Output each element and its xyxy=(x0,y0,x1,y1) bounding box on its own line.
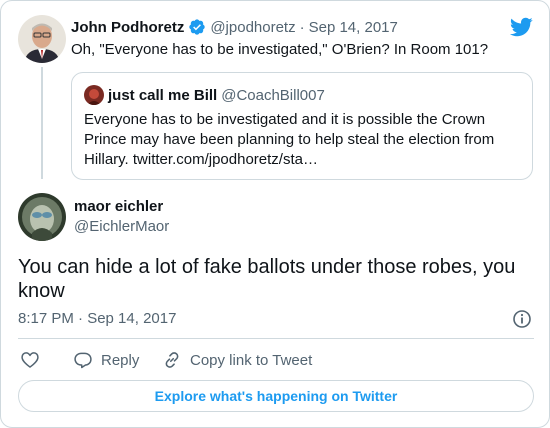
main-tweet-text: You can hide a lot of fake ballots under… xyxy=(18,256,516,302)
parent-author-avatar[interactable] xyxy=(18,15,66,63)
twitter-bird-icon[interactable] xyxy=(509,15,533,39)
quoted-tweet-text: Everyone has to be investigated and it i… xyxy=(84,111,495,168)
action-divider xyxy=(18,338,534,339)
like-button[interactable] xyxy=(20,349,40,371)
reply-label: Reply xyxy=(101,351,140,369)
parent-tweet-date[interactable]: Sep 14, 2017 xyxy=(309,19,398,36)
quoted-author-avatar xyxy=(84,85,104,105)
main-author-avatar[interactable] xyxy=(18,193,66,241)
copy-link-label: Copy link to Tweet xyxy=(190,351,313,369)
copy-link-button[interactable]: Copy link to Tweet xyxy=(162,349,312,371)
heart-icon xyxy=(20,350,40,370)
verified-badge-icon xyxy=(188,18,206,36)
main-author-name[interactable]: maor eichler xyxy=(74,198,163,215)
parent-tweet-text: Oh, "Everyone has to be investigated," O… xyxy=(71,41,489,58)
thread-connector-line xyxy=(41,67,43,179)
link-icon xyxy=(162,350,182,370)
reply-button[interactable]: Reply xyxy=(73,349,139,371)
header-separator: · xyxy=(299,18,305,36)
main-tweet-timestamp[interactable]: 8:17 PM · Sep 14, 2017 xyxy=(18,310,176,327)
explore-twitter-button[interactable]: Explore what's happening on Twitter xyxy=(18,380,534,412)
parent-tweet-header: John Podhoretz @jpodhoretz · Sep 14, 201… xyxy=(71,17,398,37)
info-icon[interactable] xyxy=(512,309,532,329)
quoted-tweet[interactable]: just call me Bill @CoachBill007 Everyone… xyxy=(71,72,533,180)
quoted-author-handle: @CoachBill007 xyxy=(221,86,325,104)
quoted-tweet-header: just call me Bill @CoachBill007 xyxy=(84,85,325,105)
tweet-embed-card: John Podhoretz @jpodhoretz · Sep 14, 201… xyxy=(0,0,550,428)
parent-author-name[interactable]: John Podhoretz xyxy=(71,19,184,36)
quoted-author-name: just call me Bill xyxy=(108,86,218,104)
parent-author-handle[interactable]: @jpodhoretz xyxy=(210,19,295,36)
reply-icon xyxy=(73,350,93,370)
main-author-handle[interactable]: @EichlerMaor xyxy=(74,218,169,235)
